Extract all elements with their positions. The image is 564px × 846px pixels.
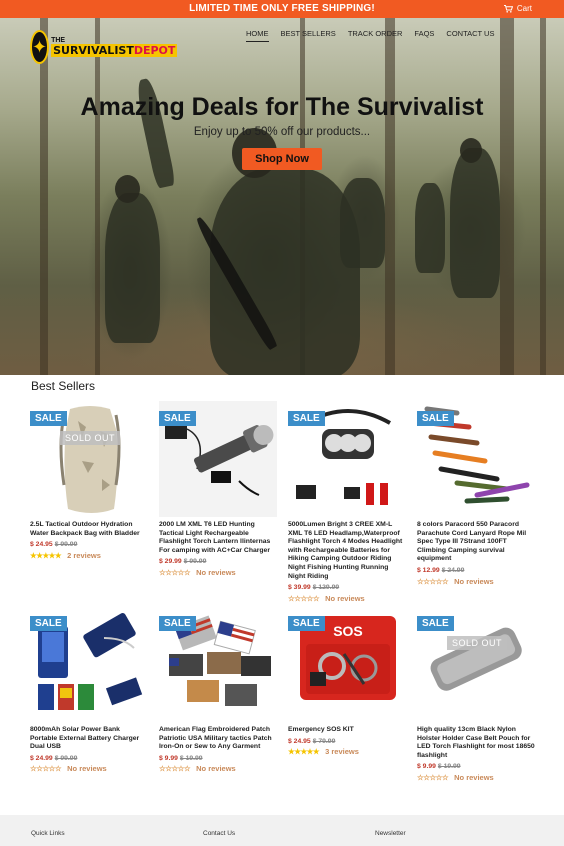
product-title[interactable]: 2.5L Tactical Outdoor Hydration Water Ba… xyxy=(30,521,148,538)
cart-link[interactable]: Cart xyxy=(503,4,532,13)
review-count[interactable]: No reviews xyxy=(454,773,494,783)
product-title[interactable]: 5000Lumen Bright 3 CREE XM-L XML T6 LED … xyxy=(288,521,406,581)
sale-badge: SALE xyxy=(417,616,454,631)
product-price: $ 12.99 xyxy=(417,566,440,574)
hero-banner xyxy=(0,18,564,375)
rating-stars-icon: ☆☆☆☆☆ xyxy=(417,772,449,782)
nav-contact-us[interactable]: CONTACT US xyxy=(446,29,494,42)
product-compare-price: $ 19.99 xyxy=(437,763,461,771)
sale-badge: SALE xyxy=(417,411,454,426)
sale-badge: SALE xyxy=(288,616,325,631)
sale-badge: SALE xyxy=(159,616,196,631)
rating-stars-icon: ☆☆☆☆☆ xyxy=(30,764,62,774)
nav-track-order[interactable]: TRACK ORDER xyxy=(348,29,403,42)
cart-label: Cart xyxy=(516,4,532,13)
product-title[interactable]: 2000 LM XML T6 LED Hunting Tactical Ligh… xyxy=(159,521,277,555)
nav-faqs[interactable]: FAQS xyxy=(414,29,434,42)
product-price: $ 29.99 xyxy=(159,558,182,566)
product-title[interactable]: High quality 13cm Black Nylon Holster Ho… xyxy=(417,726,535,760)
best-sellers-title: Best Sellers xyxy=(31,379,96,393)
announcement-bar: LIMITED TIME ONLY FREE SHIPPING! Cart xyxy=(0,0,564,18)
svg-text:SOS: SOS xyxy=(333,623,363,639)
footer-newsletter-heading: Newsletter xyxy=(375,830,406,837)
product-title[interactable]: 8000mAh Solar Power Bank Portable Extern… xyxy=(30,726,148,752)
cart-icon xyxy=(503,4,513,13)
product-title[interactable]: American Flag Embroidered Patch Patrioti… xyxy=(159,726,277,752)
rating-stars-icon: ★★★★★ xyxy=(30,550,62,560)
product-price: $ 24.95 xyxy=(30,541,53,549)
logo-emblem-icon: ✦ xyxy=(30,30,50,64)
shop-now-button[interactable]: Shop Now xyxy=(242,148,322,170)
sold-out-badge: SOLD OUT xyxy=(60,431,120,445)
review-count[interactable]: No reviews xyxy=(196,765,236,774)
footer-quick-links-heading: Quick Links xyxy=(31,830,65,837)
footer-contact-heading: Contact Us xyxy=(203,830,236,837)
product-compare-price: $ 99.99 xyxy=(54,754,78,762)
sold-out-badge: SOLD OUT xyxy=(447,636,507,650)
nav-best-sellers[interactable]: BEST SELLERS xyxy=(281,29,336,42)
rating-stars-icon: ☆☆☆☆☆ xyxy=(288,593,320,603)
review-count[interactable]: No reviews xyxy=(196,568,236,578)
sale-badge: SALE xyxy=(30,616,67,631)
sale-badge: SALE xyxy=(288,411,325,426)
main-nav: HOME BEST SELLERS TRACK ORDER FAQS CONTA… xyxy=(246,29,506,42)
nav-home[interactable]: HOME xyxy=(246,29,269,42)
footer: Quick Links Contact Us Newsletter xyxy=(0,815,564,846)
rating-stars-icon: ☆☆☆☆☆ xyxy=(159,567,191,577)
review-count[interactable]: No reviews xyxy=(325,594,365,604)
sale-badge: SALE xyxy=(30,411,67,426)
logo-name-part1: SURVIVALIST xyxy=(53,44,134,57)
product-compare-price: $ 79.99 xyxy=(312,737,336,745)
product-price: $ 39.99 xyxy=(288,584,311,592)
product-compare-price: $ 99.99 xyxy=(54,541,78,549)
product-compare-price: $ 24.99 xyxy=(441,566,465,574)
product-title[interactable]: 8 colors Paracord 550 Paracord Parachute… xyxy=(417,521,535,564)
review-count[interactable]: No reviews xyxy=(454,577,494,587)
product-price: $ 24.99 xyxy=(30,754,53,762)
product-title[interactable]: Emergency SOS KIT xyxy=(288,726,406,735)
sale-badge: SALE xyxy=(159,411,196,426)
rating-stars-icon: ☆☆☆☆☆ xyxy=(159,764,191,774)
logo-the: THE xyxy=(51,37,66,44)
review-count[interactable]: 3 reviews xyxy=(325,748,359,757)
product-compare-price: $ 129.99 xyxy=(312,584,340,592)
hero-title: Amazing Deals for The Survivalist xyxy=(80,93,484,121)
product-compare-price: $ 19.99 xyxy=(179,754,203,762)
hero-subtitle: Enjoy up to 50% off our products... xyxy=(193,126,371,138)
review-count[interactable]: No reviews xyxy=(67,765,107,774)
product-compare-price: $ 99.99 xyxy=(183,558,207,566)
rating-stars-icon: ★★★★★ xyxy=(288,747,320,757)
logo-name-part2: DEPOT xyxy=(133,44,176,57)
product-price: $ 9.99 xyxy=(159,754,178,762)
rating-stars-icon: ☆☆☆☆☆ xyxy=(417,576,449,586)
product-price: $ 24.95 xyxy=(288,737,311,745)
announcement-text: LIMITED TIME ONLY FREE SHIPPING! xyxy=(189,3,375,14)
review-count[interactable]: 2 reviews xyxy=(67,551,101,561)
product-price: $ 9.99 xyxy=(417,763,436,771)
site-logo[interactable]: ✦ THE SURVIVALISTDEPOT xyxy=(30,29,178,65)
